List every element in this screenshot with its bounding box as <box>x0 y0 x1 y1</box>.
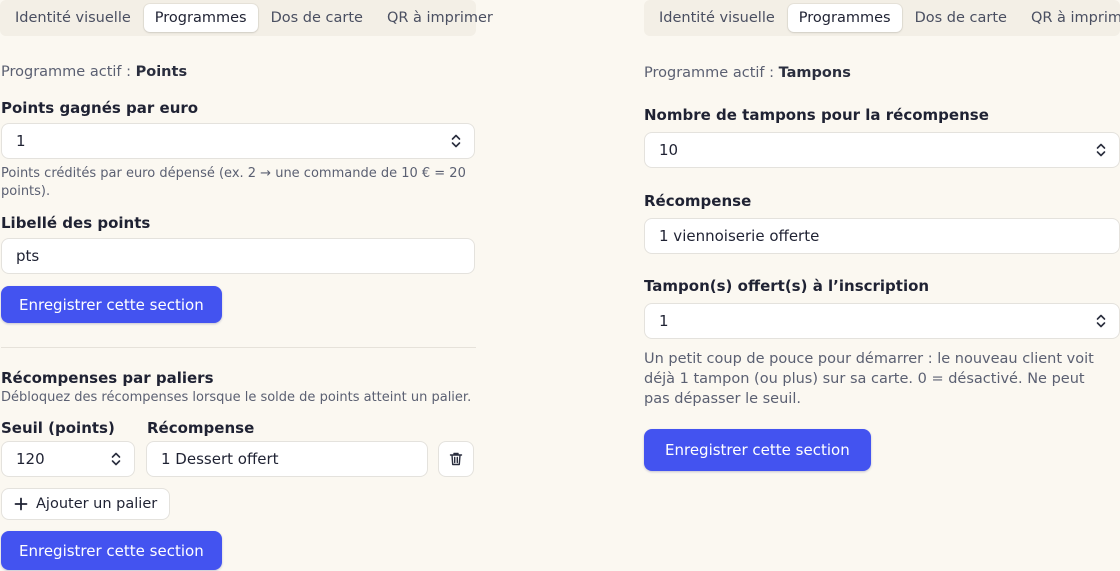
section-divider <box>1 347 476 348</box>
settings-tabs: Identité visuelle Programmes Dos de cart… <box>644 0 1120 36</box>
reward-label: Récompense <box>644 192 752 210</box>
active-program-line: Programme actif : Points <box>1 64 187 80</box>
tab-programmes[interactable]: Programmes <box>787 4 902 32</box>
tier-threshold-value: 120 <box>16 450 45 468</box>
points-per-euro-help: Points crédités par euro dépensé (ex. 2 … <box>1 166 466 199</box>
save-stamps-section-button[interactable]: Enregistrer cette section <box>644 429 871 471</box>
reward-column-header: Récompense <box>147 419 255 437</box>
reward-value: 1 viennoiserie offerte <box>659 227 820 245</box>
trash-icon <box>449 452 463 466</box>
chevron-up-down-icon[interactable] <box>450 133 462 149</box>
tiers-help: Débloquez des récompenses lorsque le sol… <box>1 390 472 405</box>
points-label-label: Libellé des points <box>1 214 151 232</box>
tier-reward-input[interactable]: 1 Dessert offert <box>146 441 428 477</box>
tiers-title: Récompenses par paliers <box>1 369 214 387</box>
points-per-euro-input[interactable]: 1 <box>1 123 475 159</box>
signup-stamps-input[interactable]: 1 <box>644 303 1120 339</box>
save-tiers-section-button[interactable]: Enregistrer cette section <box>1 531 222 570</box>
tab-dos-de-carte[interactable]: Dos de carte <box>904 4 1018 32</box>
active-program-line: Programme actif : Tampons <box>644 65 851 81</box>
save-points-section-button[interactable]: Enregistrer cette section <box>1 286 222 323</box>
tab-dos-de-carte[interactable]: Dos de carte <box>260 4 374 32</box>
stamps-count-value: 10 <box>659 141 679 159</box>
active-program-name: Tampons <box>778 65 851 81</box>
points-per-euro-value: 1 <box>16 132 26 150</box>
points-label-value: pts <box>16 247 40 265</box>
active-program-prefix: Programme actif : <box>644 65 779 81</box>
add-tier-button[interactable]: Ajouter un palier <box>1 488 171 520</box>
tab-identite-visuelle[interactable]: Identité visuelle <box>648 4 786 32</box>
signup-stamps-label: Tampon(s) offert(s) à l’inscription <box>644 277 930 295</box>
plus-icon <box>14 497 28 511</box>
tab-qr-a-imprimer[interactable]: QR à imprimer <box>376 4 504 32</box>
add-tier-label: Ajouter un palier <box>36 496 158 512</box>
points-per-euro-label: Points gagnés par euro <box>1 99 199 117</box>
active-program-prefix: Programme actif : <box>1 64 136 80</box>
tab-identite-visuelle[interactable]: Identité visuelle <box>4 4 142 32</box>
stamps-count-label: Nombre de tampons pour la récompense <box>644 106 989 124</box>
stamps-program-panel: Identité visuelle Programmes Dos de cart… <box>644 0 1120 571</box>
points-label-input[interactable]: pts <box>1 238 475 274</box>
tier-reward-value: 1 Dessert offert <box>161 450 279 468</box>
threshold-column-header: Seuil (points) <box>1 419 115 437</box>
active-program-name: Points <box>135 64 188 80</box>
tier-threshold-input[interactable]: 120 <box>1 441 135 477</box>
signup-stamps-help: Un petit coup de pouce pour démarrer : l… <box>644 351 1094 407</box>
delete-tier-button[interactable] <box>438 441 474 477</box>
signup-stamps-value: 1 <box>659 312 669 330</box>
reward-input[interactable]: 1 viennoiserie offerte <box>644 218 1120 254</box>
points-program-panel: Identité visuelle Programmes Dos de cart… <box>0 0 493 571</box>
chevron-up-down-icon[interactable] <box>110 451 122 467</box>
tab-qr-a-imprimer[interactable]: QR à imprimer <box>1020 4 1120 32</box>
settings-tabs: Identité visuelle Programmes Dos de cart… <box>0 0 493 36</box>
tab-programmes[interactable]: Programmes <box>143 4 258 32</box>
chevron-up-down-icon[interactable] <box>1095 313 1107 329</box>
stamps-count-input[interactable]: 10 <box>644 132 1120 168</box>
chevron-up-down-icon[interactable] <box>1095 142 1107 158</box>
